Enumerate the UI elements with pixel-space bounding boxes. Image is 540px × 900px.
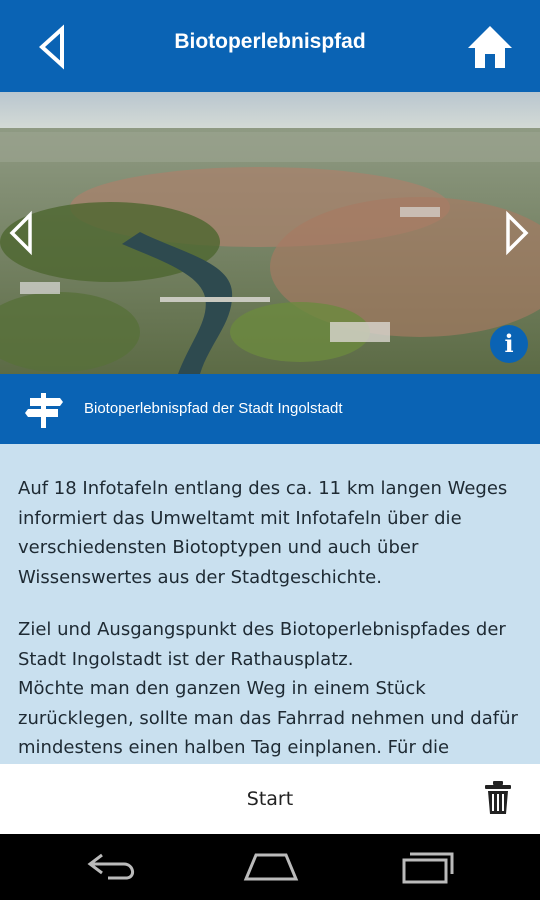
chevron-left-icon bbox=[9, 210, 32, 256]
section-banner: Biotoperlebnispfad der Stadt Ingolstadt bbox=[0, 374, 540, 444]
description-paragraph-2-line-2: Möchte man den ganzen Weg in einem Stück… bbox=[18, 678, 518, 758]
description-paragraph-2-line-1: Ziel und Ausgangspunkt des Biotoperlebni… bbox=[18, 619, 506, 670]
delete-button[interactable] bbox=[484, 780, 512, 816]
chevron-right-icon bbox=[506, 210, 529, 256]
home-button[interactable] bbox=[466, 24, 514, 70]
previous-image-button[interactable] bbox=[6, 209, 36, 257]
info-icon: i bbox=[504, 329, 514, 358]
next-image-button[interactable] bbox=[502, 209, 532, 257]
home-icon bbox=[468, 26, 512, 68]
info-button[interactable]: i bbox=[490, 325, 528, 363]
description-paragraph-1: Auf 18 Infotafeln entlang des ca. 11 km … bbox=[18, 478, 508, 588]
bottom-action-bar: Start bbox=[0, 764, 540, 834]
trash-icon bbox=[485, 781, 511, 814]
start-button[interactable]: Start bbox=[0, 788, 540, 810]
signpost-icon bbox=[25, 393, 63, 428]
hero-image-aerial-city bbox=[0, 92, 540, 374]
page-title: Biotoperlebnispfad bbox=[174, 30, 366, 53]
banner-label: Biotoperlebnispfad der Stadt Ingolstadt bbox=[84, 400, 343, 417]
android-navigation-bar bbox=[0, 834, 540, 900]
description-text-area[interactable]: Auf 18 Infotafeln entlang des ca. 11 km … bbox=[0, 444, 540, 764]
nav-recent-apps-icon[interactable] bbox=[400, 850, 456, 884]
nav-home-icon[interactable] bbox=[242, 852, 300, 882]
app-header: Biotoperlebnispfad bbox=[0, 0, 540, 92]
nav-back-icon[interactable] bbox=[86, 852, 140, 882]
